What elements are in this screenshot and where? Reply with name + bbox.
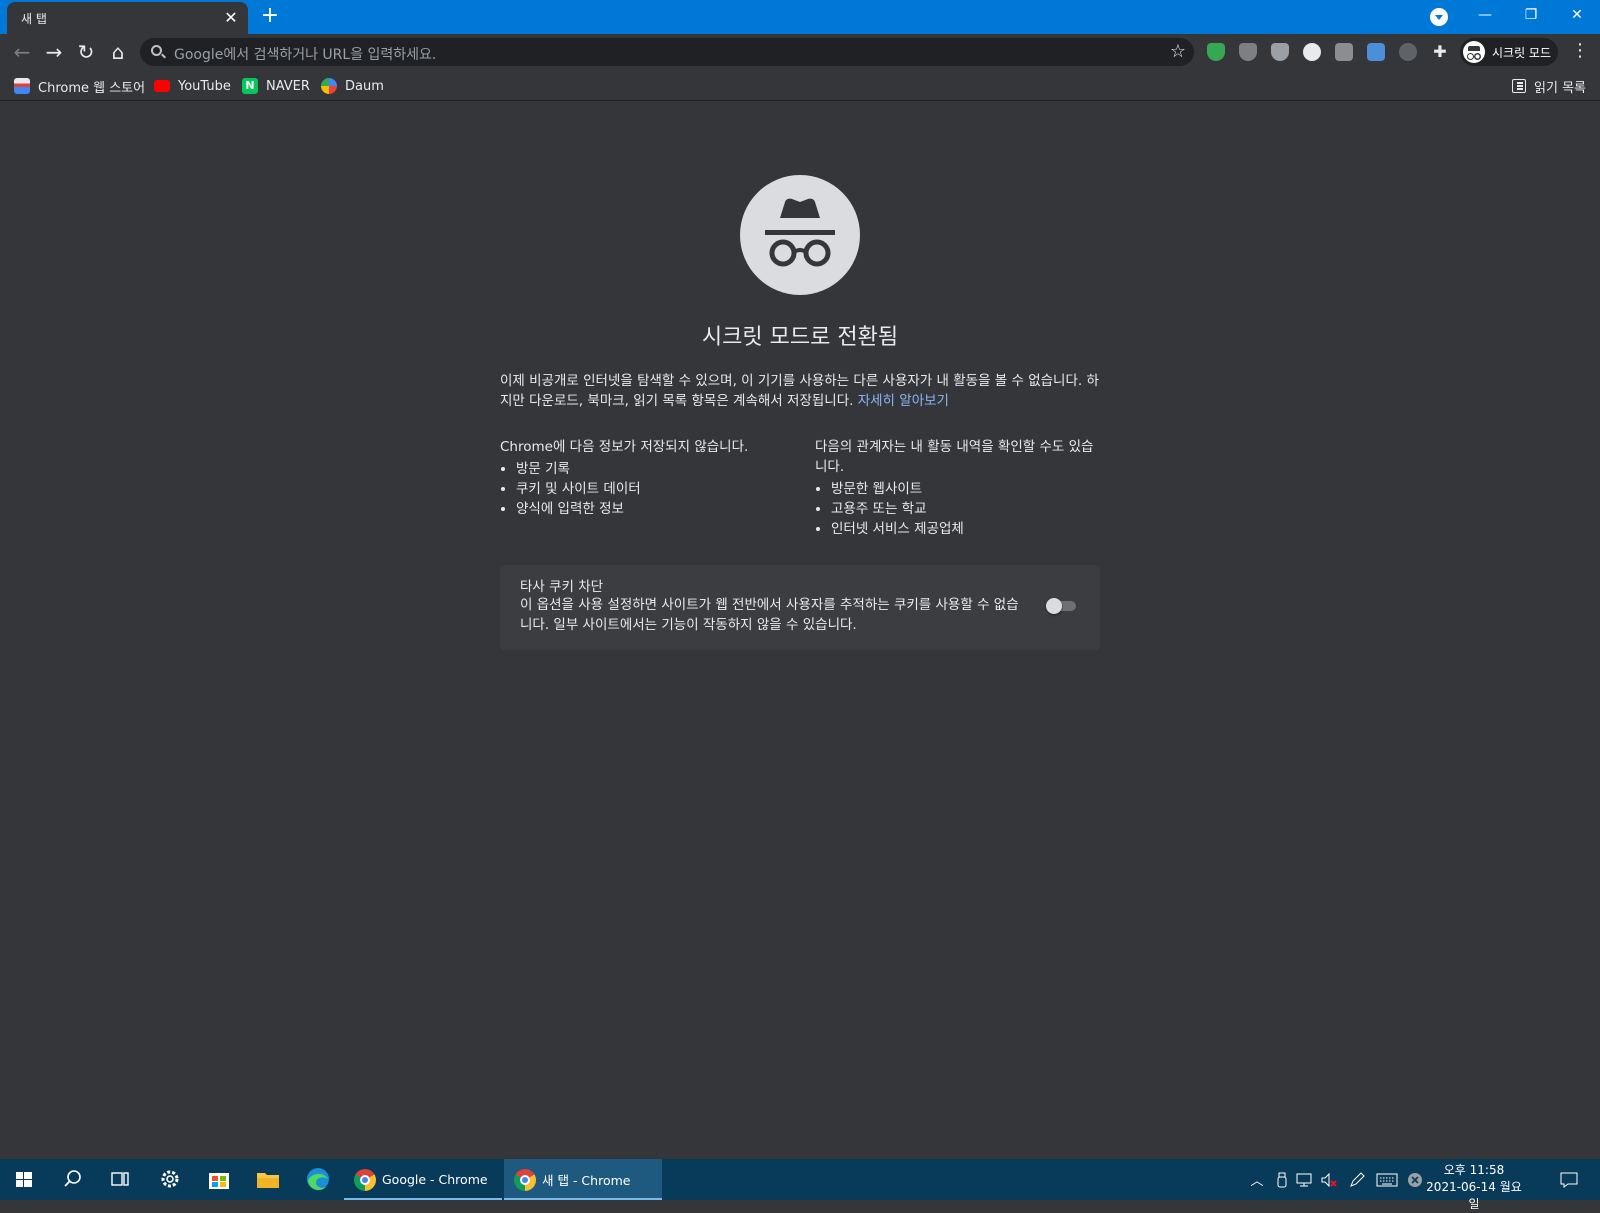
page-title: 시크릿 모드로 전환됨 bbox=[701, 325, 899, 350]
forward-button[interactable]: → bbox=[40, 38, 68, 66]
bookmark-label: NAVER bbox=[266, 78, 310, 94]
search-icon[interactable] bbox=[48, 1159, 96, 1200]
shield-extension-icon[interactable] bbox=[1207, 43, 1225, 61]
tab-new-tab[interactable]: 새 탭 ✕ bbox=[7, 2, 248, 34]
incognito-avatar-icon bbox=[1463, 41, 1485, 63]
bookmark-star-icon[interactable]: ☆ bbox=[1170, 41, 1186, 62]
list-item: 인터넷 서비스 제공업체 bbox=[831, 519, 1105, 539]
back-button[interactable]: ← bbox=[8, 38, 36, 66]
bookmark-label: Chrome 웹 스토어 bbox=[38, 80, 146, 96]
settings-gear-icon[interactable] bbox=[146, 1159, 194, 1200]
tab-search-icon[interactable] bbox=[1430, 8, 1448, 26]
reload-button[interactable]: ↻ bbox=[72, 38, 100, 66]
third-party-cookie-card: 타사 쿠키 차단 이 옵션을 사용 설정하면 사이트가 웹 전반에서 사용자를 … bbox=[500, 565, 1100, 650]
incognito-profile-button[interactable]: 시크릿 모드 bbox=[1460, 38, 1558, 66]
new-tab-button[interactable]: + bbox=[258, 5, 282, 29]
title-bar: 새 탭 ✕ + — ❐ ✕ bbox=[0, 0, 1600, 34]
block-cookies-toggle[interactable] bbox=[1046, 598, 1078, 614]
visible-to-column: 다음의 관계자는 내 활동 내역을 확인할 수도 있습니다. 방문한 웹사이트 … bbox=[815, 437, 1105, 539]
pen-icon[interactable] bbox=[1346, 1159, 1368, 1200]
incognito-intro: 이제 비공개로 인터넷을 탐색할 수 있으며, 이 기기를 사용하는 다른 사용… bbox=[500, 371, 1100, 411]
taskbar-app-label: Google - Chrome bbox=[382, 1172, 488, 1187]
taskbar-app-label: 새 탭 - Chrome bbox=[542, 1173, 631, 1188]
close-window-button[interactable]: ✕ bbox=[1554, 0, 1600, 32]
bookmark-naver[interactable]: N NAVER bbox=[242, 75, 310, 97]
keyboard-icon[interactable] bbox=[1374, 1159, 1400, 1200]
chrome-icon bbox=[514, 1168, 536, 1191]
file-explorer-icon[interactable] bbox=[244, 1159, 292, 1200]
taskbar-app-new-tab-chrome[interactable]: 새 탭 - Chrome bbox=[504, 1159, 662, 1200]
toolbar: ← → ↻ ⌂ Google에서 검색하거나 URL을 입력하세요. ☆ ✚ 시… bbox=[0, 34, 1600, 70]
download-extension-icon[interactable] bbox=[1367, 43, 1385, 61]
start-button[interactable] bbox=[0, 1159, 48, 1200]
chrome-web-store-icon bbox=[14, 78, 30, 94]
help-extension-icon[interactable] bbox=[1271, 43, 1289, 61]
bookmarks-bar: Chrome 웹 스토어 YouTube N NAVER Daum 읽기 목록 bbox=[0, 70, 1600, 101]
omnibox[interactable]: Google에서 검색하거나 URL을 입력하세요. ☆ bbox=[140, 38, 1194, 66]
color-picker-extension-icon[interactable] bbox=[1303, 43, 1321, 61]
reading-list-label: 읽기 목록 bbox=[1534, 80, 1586, 96]
show-hidden-icons-chevron-icon[interactable]: ︿ bbox=[1246, 1159, 1268, 1200]
bookmark-youtube[interactable]: YouTube bbox=[154, 75, 231, 97]
not-saved-heading: Chrome에 다음 정보가 저장되지 않습니다. bbox=[500, 439, 749, 455]
bookmark-label: YouTube bbox=[178, 78, 231, 94]
edge-icon[interactable] bbox=[294, 1159, 342, 1200]
mouse-extension-icon[interactable] bbox=[1399, 43, 1417, 61]
cookie-description: 이 옵션을 사용 설정하면 사이트가 웹 전반에서 사용자를 추적하는 쿠키를 … bbox=[520, 597, 1019, 633]
bookmark-chrome-web-store[interactable]: Chrome 웹 스토어 bbox=[14, 75, 145, 97]
restore-button[interactable]: ❐ bbox=[1508, 0, 1554, 32]
home-button[interactable]: ⌂ bbox=[104, 38, 132, 66]
naver-icon: N bbox=[242, 78, 258, 94]
close-tab-icon[interactable]: ✕ bbox=[222, 9, 240, 27]
learn-more-link[interactable]: 자세히 알아보기 bbox=[858, 393, 949, 409]
search-icon bbox=[151, 45, 162, 56]
volume-muted-icon[interactable] bbox=[1318, 1159, 1340, 1200]
profile-label: 시크릿 모드 bbox=[1492, 46, 1552, 60]
network-icon[interactable] bbox=[1294, 1159, 1316, 1200]
not-saved-column: Chrome에 다음 정보가 저장되지 않습니다. 방문 기록 쿠키 및 사이트… bbox=[500, 437, 790, 519]
chrome-icon bbox=[354, 1168, 376, 1191]
list-item: 쿠키 및 사이트 데이터 bbox=[516, 479, 790, 499]
toggle-knob bbox=[1046, 598, 1062, 614]
list-item: 방문 기록 bbox=[516, 459, 790, 479]
intro-text: 이제 비공개로 인터넷을 탐색할 수 있으며, 이 기기를 사용하는 다른 사용… bbox=[500, 373, 1099, 409]
bookmark-daum[interactable]: Daum bbox=[321, 75, 384, 97]
menu-dots-icon[interactable]: ⋮ bbox=[1570, 42, 1590, 62]
list-item: 방문한 웹사이트 bbox=[831, 479, 1105, 499]
clock-date: 2021-06-14 월요일 bbox=[1426, 1180, 1522, 1211]
windows-taskbar: Google - Chrome 새 탭 - Chrome ︿ 오후 11:58 … bbox=[0, 1159, 1600, 1211]
list-item: 양식에 입력한 정보 bbox=[516, 499, 790, 519]
visible-to-heading: 다음의 관계자는 내 활동 내역을 확인할 수도 있습니다. bbox=[815, 439, 1094, 475]
ublock-extension-icon[interactable] bbox=[1239, 43, 1257, 61]
youtube-icon bbox=[154, 80, 170, 92]
tab-title: 새 탭 bbox=[21, 12, 47, 26]
incognito-page: 시크릿 모드로 전환됨 이제 비공개로 인터넷을 탐색할 수 있으며, 이 기기… bbox=[0, 101, 1600, 1159]
list-item: 고용주 또는 학교 bbox=[831, 499, 1105, 519]
bookmark-label: Daum bbox=[345, 78, 384, 94]
reading-list-icon bbox=[1512, 79, 1527, 93]
notifications-icon[interactable] bbox=[1556, 1159, 1582, 1200]
cookie-title: 타사 쿠키 차단 bbox=[520, 579, 604, 595]
close-circle-icon[interactable] bbox=[1404, 1159, 1426, 1200]
clock-time: 오후 11:58 bbox=[1443, 1163, 1505, 1177]
usb-icon[interactable] bbox=[1272, 1159, 1292, 1200]
minimize-button[interactable]: — bbox=[1462, 0, 1508, 32]
daum-icon bbox=[321, 78, 337, 94]
microsoft-store-icon[interactable] bbox=[195, 1159, 243, 1200]
incognito-icon bbox=[740, 175, 860, 295]
extensions-puzzle-icon[interactable]: ✚ bbox=[1431, 43, 1449, 61]
reading-list-button[interactable]: 읽기 목록 bbox=[1512, 75, 1586, 97]
task-view-icon[interactable] bbox=[96, 1159, 144, 1200]
taskbar-clock[interactable]: 오후 11:58 2021-06-14 월요일 bbox=[1424, 1162, 1524, 1213]
pdf-extension-icon[interactable] bbox=[1335, 43, 1353, 61]
omnibox-placeholder: Google에서 검색하거나 URL을 입력하세요. bbox=[174, 47, 437, 63]
taskbar-app-google-chrome[interactable]: Google - Chrome bbox=[344, 1159, 502, 1200]
